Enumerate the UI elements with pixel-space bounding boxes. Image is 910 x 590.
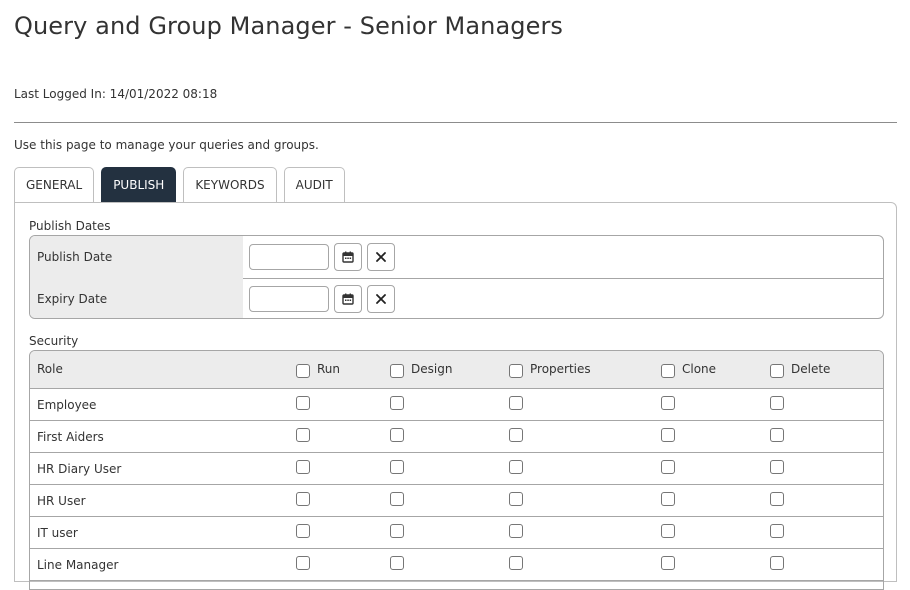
run-checkbox[interactable] — [296, 460, 310, 474]
design-all-checkbox[interactable] — [390, 364, 404, 378]
publish-date-input[interactable] — [249, 244, 329, 270]
design-checkbox[interactable] — [390, 556, 404, 570]
table-row: HR User — [30, 485, 883, 517]
expiry-date-clear-button[interactable] — [367, 285, 395, 313]
role-name: Line Manager — [37, 558, 119, 572]
delete-checkbox[interactable] — [770, 524, 784, 538]
run-checkbox[interactable] — [296, 556, 310, 570]
delete-header: Delete — [791, 362, 831, 376]
design-checkbox[interactable] — [390, 460, 404, 474]
publish-dates-heading: Publish Dates — [29, 219, 111, 233]
properties-header: Properties — [530, 362, 591, 376]
table-row: IT user — [30, 517, 883, 549]
clone-header: Clone — [682, 362, 717, 376]
table-row: Line Manager — [30, 549, 883, 581]
properties-all-checkbox[interactable] — [509, 364, 523, 378]
design-checkbox[interactable] — [390, 524, 404, 538]
role-header: Role — [37, 362, 63, 376]
publish-date-calendar-button[interactable] — [334, 243, 362, 271]
role-name: Employee — [37, 398, 97, 412]
security-header-row: Role Run Design Properties Clone Delete — [30, 351, 883, 389]
clone-checkbox[interactable] — [661, 492, 675, 506]
clone-checkbox[interactable] — [661, 460, 675, 474]
last-logged-in: Last Logged In: 14/01/2022 08:18 — [14, 87, 218, 101]
run-checkbox[interactable] — [296, 492, 310, 506]
tab-bar: GENERAL PUBLISH KEYWORDS AUDIT — [14, 167, 345, 203]
run-checkbox[interactable] — [296, 396, 310, 410]
clone-all-checkbox[interactable] — [661, 364, 675, 378]
publish-dates-box: Publish Date Expiry Date — [29, 235, 884, 319]
calendar-icon — [342, 251, 354, 263]
publish-date-clear-button[interactable] — [367, 243, 395, 271]
expiry-date-input[interactable] — [249, 286, 329, 312]
properties-checkbox[interactable] — [509, 396, 523, 410]
clone-checkbox[interactable] — [661, 524, 675, 538]
expiry-date-label: Expiry Date — [30, 278, 243, 318]
properties-checkbox[interactable] — [509, 556, 523, 570]
properties-checkbox[interactable] — [509, 492, 523, 506]
run-checkbox[interactable] — [296, 524, 310, 538]
clone-checkbox[interactable] — [661, 556, 675, 570]
tab-general[interactable]: GENERAL — [14, 167, 95, 202]
run-all-checkbox[interactable] — [296, 364, 310, 378]
clone-checkbox[interactable] — [661, 396, 675, 410]
properties-checkbox[interactable] — [509, 460, 523, 474]
close-icon — [376, 252, 386, 262]
table-row: HR Diary User — [30, 453, 883, 485]
publish-date-row: Publish Date — [30, 236, 883, 279]
clone-checkbox[interactable] — [661, 428, 675, 442]
role-name: HR Diary User — [37, 462, 122, 476]
properties-checkbox[interactable] — [509, 524, 523, 538]
properties-checkbox[interactable] — [509, 428, 523, 442]
delete-all-checkbox[interactable] — [770, 364, 784, 378]
divider — [14, 122, 897, 123]
design-checkbox[interactable] — [390, 396, 404, 410]
design-header: Design — [411, 362, 453, 376]
run-header: Run — [317, 362, 341, 376]
tab-keywords[interactable]: KEYWORDS — [183, 167, 277, 202]
delete-checkbox[interactable] — [770, 396, 784, 410]
role-name: IT user — [37, 526, 78, 540]
delete-checkbox[interactable] — [770, 460, 784, 474]
role-name: HR User — [37, 494, 86, 508]
delete-checkbox[interactable] — [770, 428, 784, 442]
tab-audit[interactable]: AUDIT — [283, 167, 345, 202]
delete-checkbox[interactable] — [770, 492, 784, 506]
design-checkbox[interactable] — [390, 492, 404, 506]
publish-panel: Publish Dates Publish Date Expiry Date S… — [14, 202, 897, 590]
expiry-date-calendar-button[interactable] — [334, 285, 362, 313]
security-heading: Security — [29, 334, 79, 348]
role-name: First Aiders — [37, 430, 104, 444]
design-checkbox[interactable] — [390, 428, 404, 442]
intro-text: Use this page to manage your queries and… — [14, 138, 319, 152]
table-row: First Aiders — [30, 421, 883, 453]
publish-date-label: Publish Date — [30, 236, 243, 278]
expiry-date-row: Expiry Date — [30, 278, 883, 318]
delete-checkbox[interactable] — [770, 556, 784, 570]
page-title: Query and Group Manager - Senior Manager… — [14, 12, 564, 40]
tab-publish[interactable]: PUBLISH — [101, 167, 177, 202]
run-checkbox[interactable] — [296, 428, 310, 442]
security-table: Role Run Design Properties Clone Delete … — [29, 350, 884, 590]
table-row: Employee — [30, 389, 883, 421]
calendar-icon — [342, 293, 354, 305]
close-icon — [376, 294, 386, 304]
